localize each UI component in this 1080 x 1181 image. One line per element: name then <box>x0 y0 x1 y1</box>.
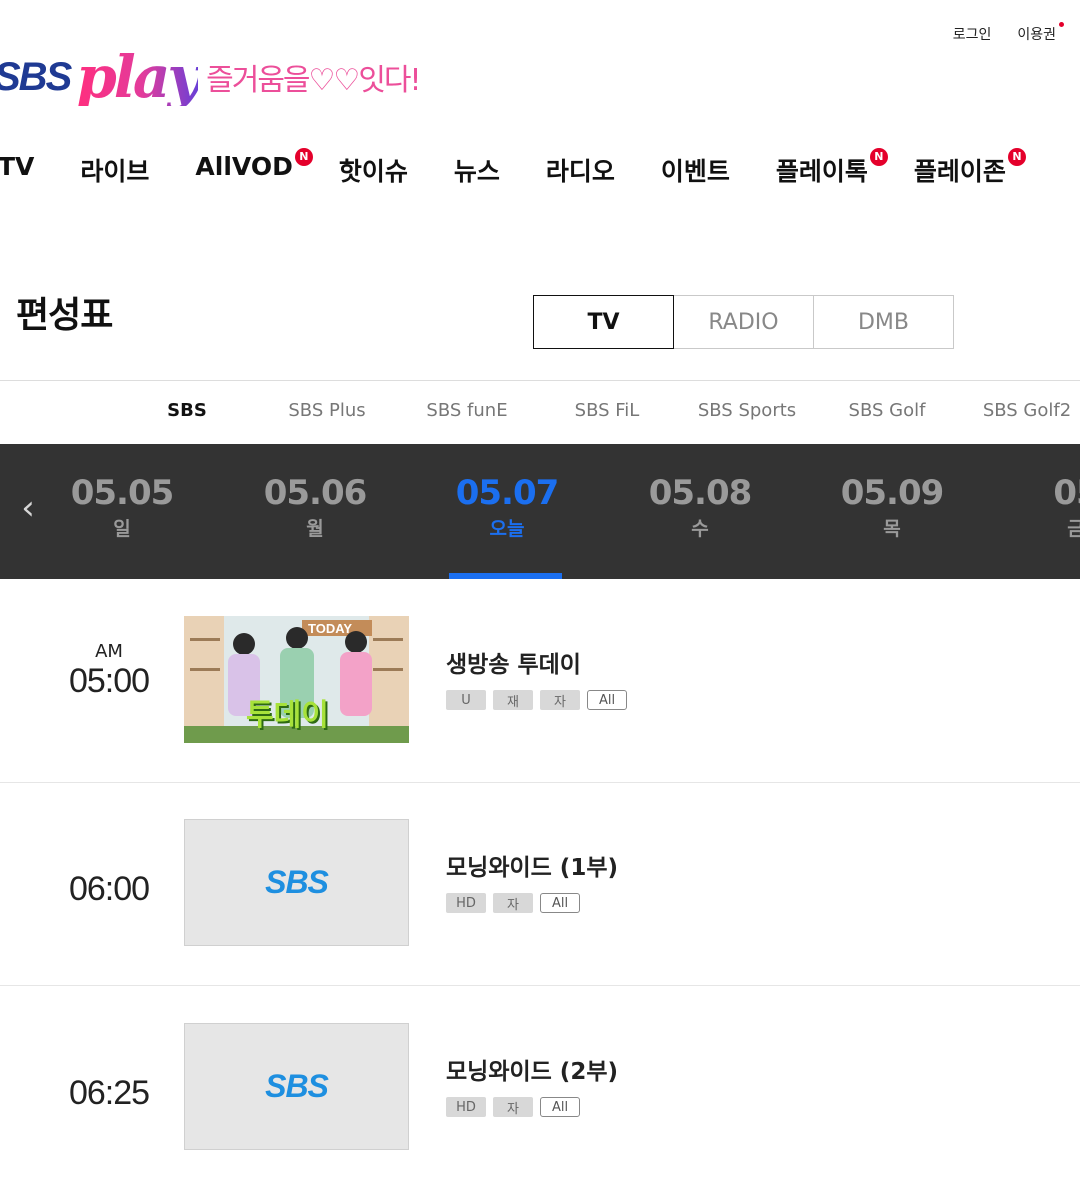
date-item[interactable]: 05.08 수 <box>648 473 753 541</box>
schedule-row[interactable]: AM 05:00 TODAY 투데이 생방송 투데이 U 재 자 All <box>0 579 1080 783</box>
program-badge: U <box>446 690 486 710</box>
new-badge-icon: N <box>294 148 313 166</box>
nav-item-label: AllVOD <box>195 152 293 181</box>
divider <box>0 380 1080 381</box>
program-badge: All <box>587 690 627 710</box>
date-label: 05.07 <box>455 473 560 513</box>
nav-item-label: 라디오 <box>545 157 615 186</box>
date-item[interactable]: 05.07 오늘 <box>455 473 560 541</box>
new-badge-icon: N <box>869 148 888 166</box>
prev-date-arrow-icon[interactable]: ‹ <box>14 488 42 528</box>
date-item[interactable]: 05.09 목 <box>840 473 945 541</box>
weekday-label: 일 <box>113 518 131 540</box>
new-badge-icon: N <box>1007 148 1026 166</box>
program-badge: HD <box>446 1097 486 1117</box>
weekday-label: 목 <box>883 518 901 540</box>
sbs-play-logo[interactable]: SBS play 즐거움을♡♡잇다! <box>0 43 422 111</box>
media-tab-2[interactable]: DMB <box>813 295 954 349</box>
media-tab-1[interactable]: RADIO <box>673 295 814 349</box>
program-badge: 자 <box>493 1097 533 1117</box>
global-nav: TV 라이브 AllVOD N 핫이슈 뉴스 라디오 이벤트 플레이톡 N 플레이존 N <box>0 148 1052 188</box>
date-label: 05.08 <box>648 473 753 513</box>
channel-tab-4[interactable]: SBS Sports <box>698 400 796 421</box>
logo-sbs: SBS <box>0 54 72 99</box>
program-badges: HD 자 All <box>446 893 580 913</box>
time-clock: 05:00 <box>68 662 150 700</box>
notification-dot-icon <box>1059 22 1064 27</box>
date-label: 05.09 <box>840 473 945 513</box>
program-time: AM 05:00 <box>68 641 150 701</box>
program-badge: 재 <box>493 690 533 710</box>
channel-tab-5[interactable]: SBS Golf <box>849 400 926 421</box>
nav-item-2[interactable]: AllVOD N <box>195 148 313 188</box>
weekday-label: 수 <box>691 518 709 540</box>
date-item[interactable]: 05.05 일 <box>70 473 175 541</box>
logo-slogan: 즐거움을♡♡잇다! <box>206 63 421 98</box>
schedule-row[interactable]: 06:25 SBS 모닝와이드 (2부) HD 자 All <box>0 986 1080 1181</box>
sbs-logo-icon: SBS <box>265 864 329 900</box>
program-thumbnail[interactable]: TODAY 투데이 <box>184 616 409 743</box>
nav-item-7[interactable]: 플레이톡 N <box>775 148 888 188</box>
nav-item-label: 핫이슈 <box>338 157 408 186</box>
program-badge: 자 <box>493 893 533 913</box>
program-badge: 자 <box>540 690 580 710</box>
weekday-label: 금 <box>1067 518 1080 540</box>
program-title[interactable]: 모닝와이드 (2부) <box>446 1052 618 1086</box>
utility-menu: 로그인 이용권 <box>953 22 1064 44</box>
nav-item-label: 플레이톡 <box>775 157 868 186</box>
program-time: 06:00 <box>68 870 150 909</box>
nav-item-6[interactable]: 이벤트 <box>661 152 730 188</box>
page-title: 편성표 <box>16 295 113 336</box>
weekday-label: 월 <box>306 518 324 540</box>
date-label: 05 <box>1053 473 1080 513</box>
date-label: 05.05 <box>70 473 175 513</box>
subscription-label: 이용권 <box>1017 27 1056 43</box>
program-badge: All <box>540 1097 580 1117</box>
program-badge: All <box>540 893 580 913</box>
nav-item-1[interactable]: 라이브 <box>80 152 149 188</box>
time-clock: 06:25 <box>68 1074 150 1112</box>
date-item[interactable]: 05 금 <box>1053 476 1080 541</box>
nav-item-label: 라이브 <box>80 157 150 186</box>
media-tabs: TV RADIO DMB <box>533 295 954 349</box>
nav-item-3[interactable]: 핫이슈 <box>339 152 408 188</box>
weekday-label: 오늘 <box>489 518 525 540</box>
nav-item-label: 플레이존 <box>913 157 1006 186</box>
date-label: 05.06 <box>263 473 368 513</box>
subscription-link[interactable]: 이용권 <box>1017 22 1064 44</box>
date-item[interactable]: 05.06 월 <box>263 473 368 541</box>
login-link[interactable]: 로그인 <box>953 24 992 44</box>
program-badges: HD 자 All <box>446 1097 580 1117</box>
thumbnail-title: 투데이 <box>246 698 329 733</box>
program-badge: HD <box>446 893 486 913</box>
date-selector: ‹ 05.05 일 05.06 월 05.07 오늘 05.08 수 05.09 목 05 금 <box>0 444 1080 579</box>
channel-tab-1[interactable]: SBS Plus <box>288 400 365 421</box>
time-period: AM <box>95 641 123 662</box>
nav-item-8[interactable]: 플레이존 N <box>913 148 1026 188</box>
channel-tab-6[interactable]: SBS Golf2 <box>983 400 1071 421</box>
nav-item-5[interactable]: 라디오 <box>546 152 615 188</box>
program-time: 06:25 <box>68 1074 150 1113</box>
time-clock: 06:00 <box>68 870 150 908</box>
program-badges: U 재 자 All <box>446 690 627 710</box>
program-title[interactable]: 모닝와이드 (1부) <box>446 848 618 882</box>
nav-item-label: TV <box>0 152 35 181</box>
logo-play: play <box>76 43 201 111</box>
channel-tab-0[interactable]: SBS <box>167 400 207 421</box>
nav-item-0[interactable]: TV <box>0 152 34 188</box>
nav-item-label: 뉴스 <box>453 157 500 186</box>
schedule-row[interactable]: 06:00 SBS 모닝와이드 (1부) HD 자 All <box>0 782 1080 986</box>
channel-tab-2[interactable]: SBS funE <box>426 400 507 421</box>
program-thumbnail[interactable]: SBS <box>184 1023 409 1150</box>
channel-tabs: SBS SBS Plus SBS funE SBS FiL SBS Sports SBS … <box>0 400 1080 428</box>
nav-item-4[interactable]: 뉴스 <box>454 152 500 188</box>
program-thumbnail[interactable]: SBS <box>184 819 409 946</box>
program-title[interactable]: 생방송 투데이 <box>446 645 581 679</box>
channel-tab-3[interactable]: SBS FiL <box>575 400 640 421</box>
media-tab-0[interactable]: TV <box>533 295 674 349</box>
sbs-logo-icon: SBS <box>265 1068 329 1104</box>
svg-text:TODAY: TODAY <box>308 621 352 636</box>
nav-item-label: 이벤트 <box>660 157 730 186</box>
